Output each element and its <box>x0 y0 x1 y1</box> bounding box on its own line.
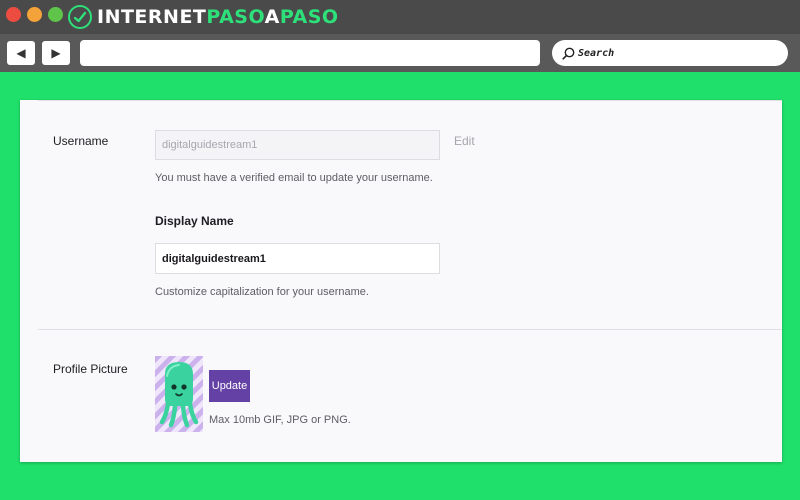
display-name-help-text: Customize capitalization for your userna… <box>155 286 369 298</box>
site-logo: INTERNETPASOAPASO <box>68 4 339 30</box>
logo-text-paso-2: PASO <box>279 6 339 28</box>
minimize-window-button[interactable] <box>27 7 42 22</box>
profile-settings-panel: Username Edit You must have a verified e… <box>20 100 782 462</box>
search-icon <box>562 47 575 60</box>
search-placeholder: Search <box>578 47 615 59</box>
browser-title-bar: INTERNETPASOAPASO <box>0 0 800 34</box>
address-bar[interactable] <box>80 40 540 66</box>
logo-badge-icon <box>68 5 92 29</box>
display-name-label: Display Name <box>155 214 234 228</box>
username-input[interactable] <box>155 130 440 160</box>
logo-text-a: A <box>264 6 280 28</box>
maximize-window-button[interactable] <box>48 7 63 22</box>
close-window-button[interactable] <box>6 7 21 22</box>
profile-avatar <box>155 356 203 432</box>
username-edit-link[interactable]: Edit <box>454 134 475 148</box>
username-help-text: You must have a verified email to update… <box>155 172 433 184</box>
forward-arrow-icon: ▶ <box>51 46 61 60</box>
logo-text: INTERNETPASOAPASO <box>97 6 339 28</box>
section-divider <box>38 329 782 330</box>
logo-text-internet: INTERNET <box>97 6 207 28</box>
display-name-input[interactable] <box>155 243 440 274</box>
back-arrow-icon: ◀ <box>16 46 26 60</box>
username-label: Username <box>53 134 109 148</box>
update-profile-picture-button[interactable]: Update <box>209 370 250 402</box>
forward-button[interactable]: ▶ <box>42 41 70 65</box>
top-divider <box>38 100 782 101</box>
browser-search-box[interactable]: Search <box>552 40 788 66</box>
profile-picture-label: Profile Picture <box>53 362 128 376</box>
profile-picture-help-text: Max 10mb GIF, JPG or PNG. <box>209 414 351 426</box>
back-button[interactable]: ◀ <box>7 41 35 65</box>
avatar-creature-icon <box>159 362 199 428</box>
logo-text-paso: PASO <box>206 6 265 28</box>
browser-toolbar: ◀ ▶ Search <box>0 34 800 72</box>
